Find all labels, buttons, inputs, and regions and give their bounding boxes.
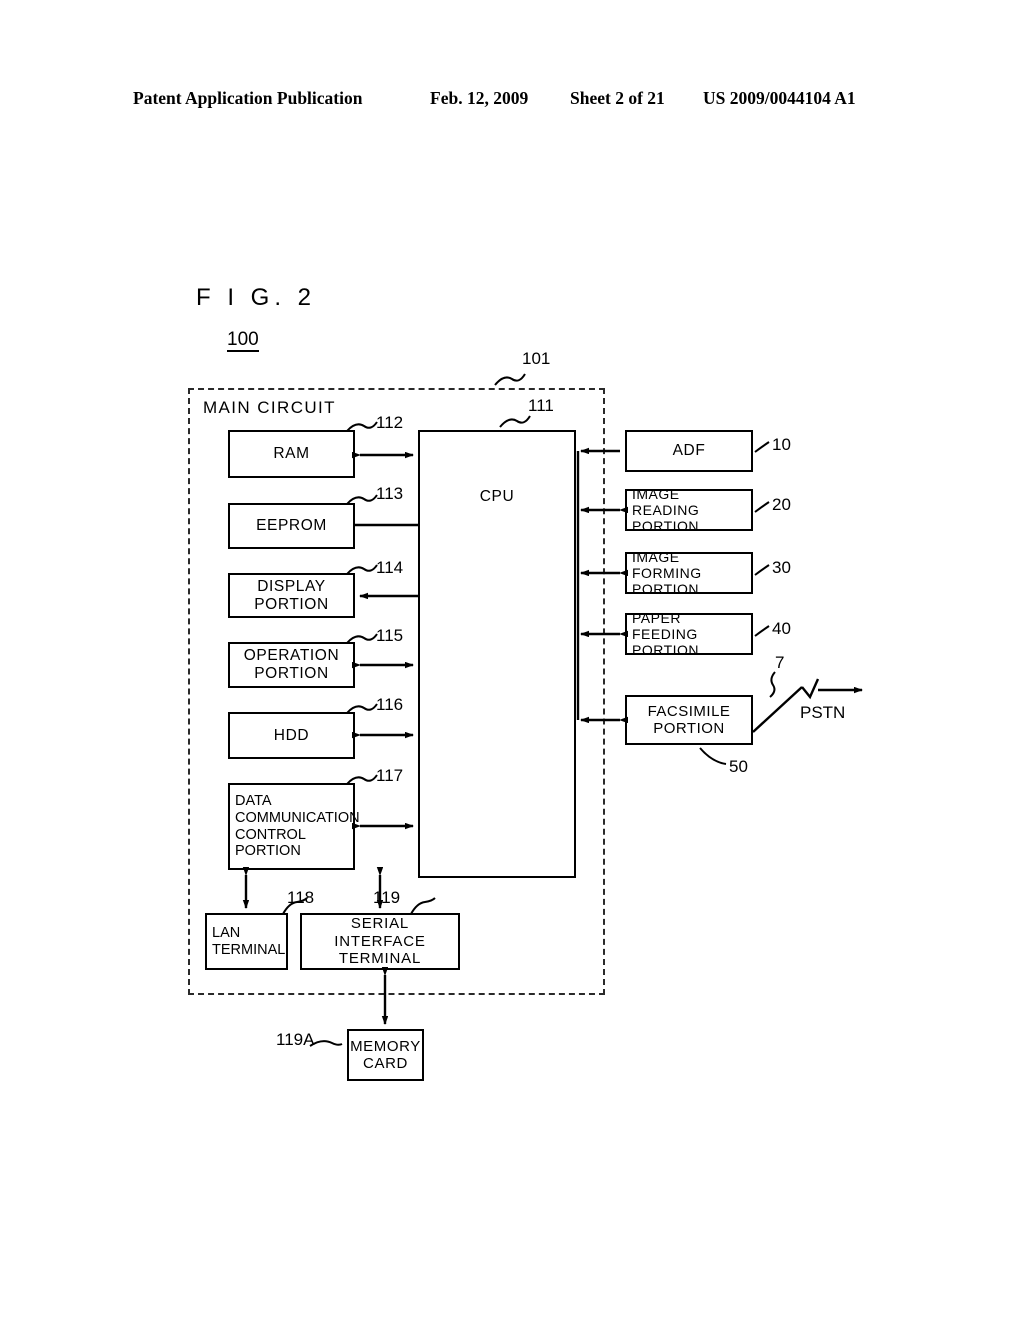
block-operation-portion-label: OPERATION PORTION [243,647,340,682]
ref-40-paper-feeding: 40 [772,619,791,638]
ref-20-image-reading: 20 [772,495,791,514]
ref-116-hdd: 116 [376,695,404,714]
block-image-forming-portion-label: IMAGE FORMING PORTION [632,548,702,598]
ref-101-main-circuit: 101 [522,349,551,368]
block-facsimile-portion[interactable]: FACSIMILE PORTION [625,695,753,745]
pstn-label: PSTN [800,703,846,722]
block-data-communication-control-portion-label: DATA COMMUNICATION CONTROL PORTION [235,792,360,860]
header-sheet: Sheet 2 of 21 [570,88,665,108]
ref-30-image-forming: 30 [772,558,791,577]
ref-114-display-portion: 114 [376,558,404,577]
block-image-reading-portion-label: IMAGE READING PORTION [632,485,700,535]
ref-50-facsimile: 50 [729,757,748,776]
header-publication: Patent Application Publication [133,88,363,108]
block-serial-interface-terminal-label: SERIAL INTERFACE TERMINAL [334,915,426,968]
ref-10-adf: 10 [772,435,791,454]
block-display-portion-label: DISPLAY PORTION [254,577,329,613]
ref-115-operation-portion: 115 [376,626,404,645]
ref-119A-memory-card: 119A [276,1030,315,1049]
block-paper-feeding-portion[interactable]: PAPER FEEDING PORTION [625,610,753,658]
block-cpu-label: CPU [479,488,515,505]
block-paper-feeding-portion-label: PAPER FEEDING PORTION [632,609,700,659]
block-facsimile-portion-label: FACSIMILE PORTION [647,702,731,737]
block-ram[interactable]: RAM [228,430,355,478]
block-operation-portion[interactable]: OPERATION PORTION [228,642,355,688]
block-ram-label: RAM [273,445,310,463]
ref-118-lan-terminal: 118 [287,888,315,907]
ref-7-line: 7 [775,653,785,672]
block-eeprom[interactable]: EEPROM [228,503,355,549]
block-hdd-label: HDD [273,726,310,744]
page-header: Patent Application Publication Feb. 12, … [0,88,1024,114]
main-circuit-label: MAIN CIRCUIT [203,398,336,417]
block-adf[interactable]: ADF [625,430,753,472]
block-cpu[interactable]: CPU [418,430,576,878]
block-adf-label: ADF [672,442,706,460]
block-lan-terminal-label: LAN TERMINAL [212,924,286,958]
ref-111-cpu: 111 [528,396,554,415]
block-display-portion[interactable]: DISPLAY PORTION [228,573,355,618]
block-image-reading-portion[interactable]: IMAGE READING PORTION [625,486,753,534]
ref-113-eeprom: 113 [376,484,404,503]
ref-100-device: 100 [227,329,259,352]
header-patent-number: US 2009/0044104 A1 [703,88,856,108]
ref-112-ram: 112 [376,413,404,432]
block-memory-card[interactable]: MEMORY CARD [347,1029,424,1081]
block-image-forming-portion[interactable]: IMAGE FORMING PORTION [625,549,753,597]
block-eeprom-label: EEPROM [256,517,327,535]
block-serial-interface-terminal[interactable]: SERIAL INTERFACE TERMINAL [300,913,460,970]
block-hdd[interactable]: HDD [228,712,355,759]
block-memory-card-label: MEMORY CARD [350,1037,421,1072]
block-lan-terminal[interactable]: LAN TERMINAL [205,913,288,970]
ref-119-serial-interface: 119 [373,888,401,907]
figure-label: F I G. 2 [196,284,317,311]
header-date: Feb. 12, 2009 [430,88,529,108]
ref-117-data-communication: 117 [376,766,404,785]
block-data-communication-control-portion[interactable]: DATA COMMUNICATION CONTROL PORTION [228,783,360,870]
